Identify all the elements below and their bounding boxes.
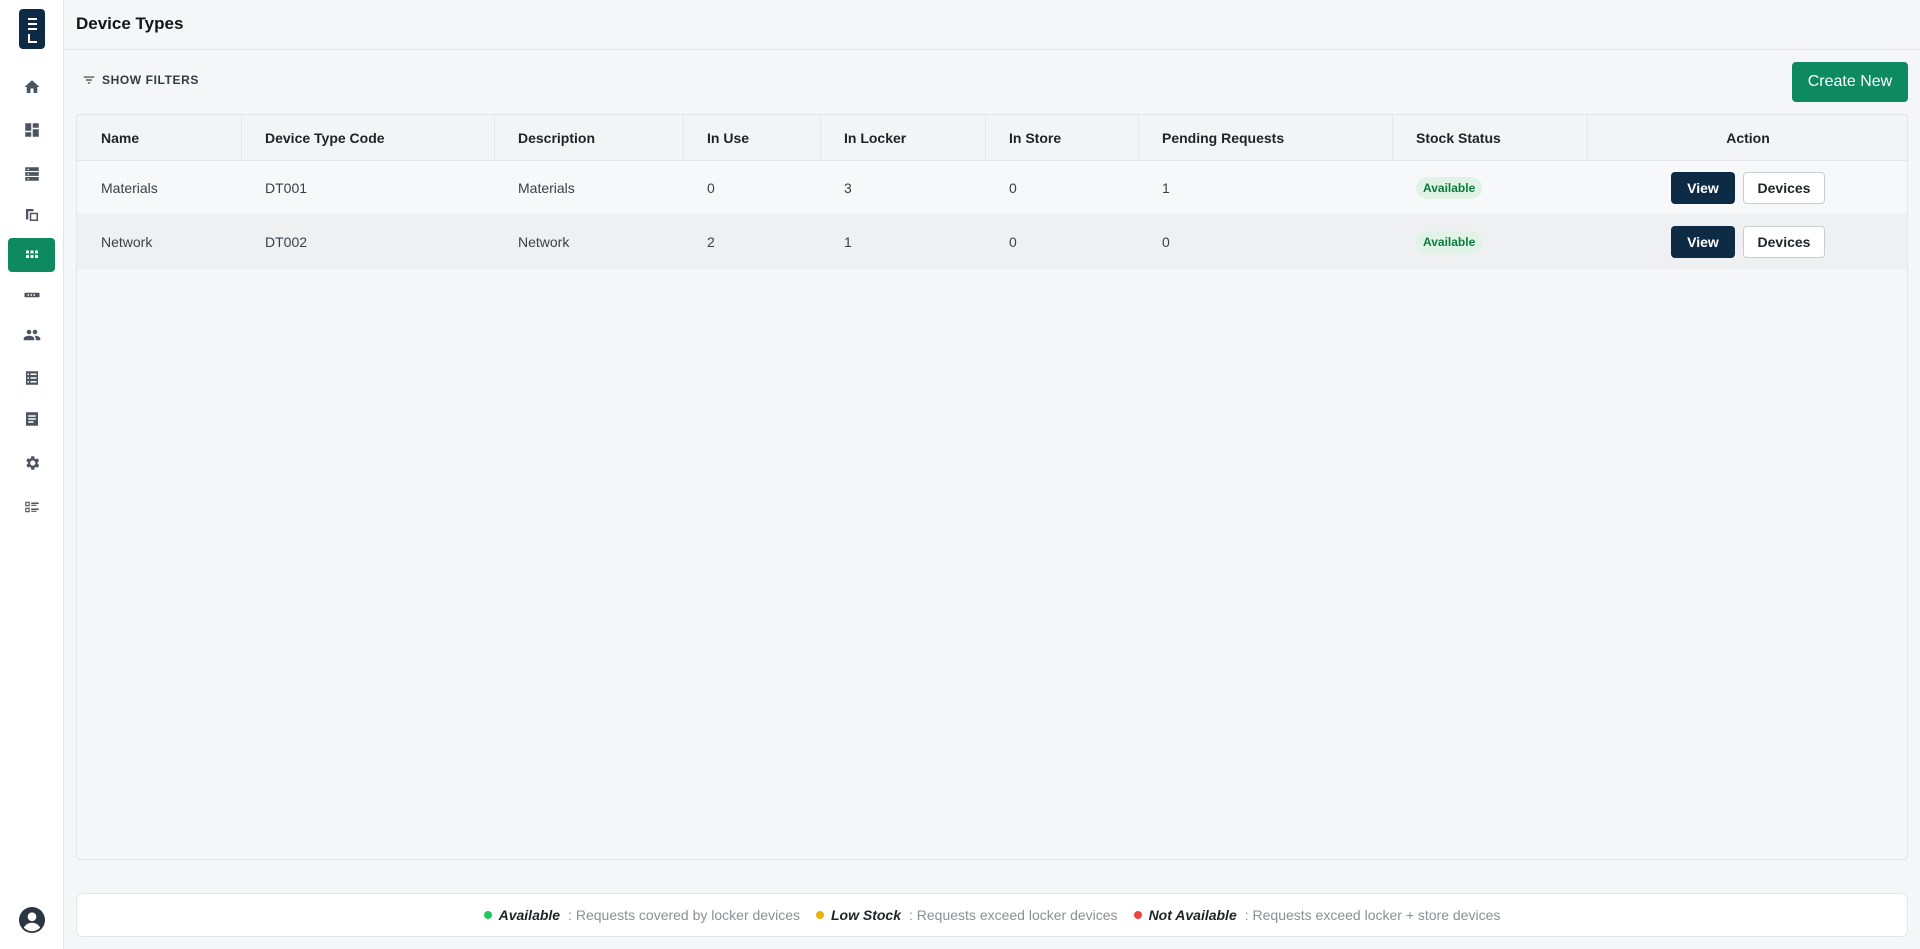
column-divider[interactable] [241, 115, 242, 161]
sidebar-item-users[interactable] [8, 318, 55, 352]
stock-status-legend: Available : Requests covered by locker d… [76, 893, 1908, 937]
cell-name: Network [101, 234, 153, 250]
legend-description: : Requests exceed locker devices [909, 907, 1118, 923]
devices-icon [25, 209, 38, 221]
sidebar-item-devices[interactable] [8, 198, 55, 232]
column-header-in-use[interactable]: In Use [707, 115, 749, 161]
user-avatar[interactable] [19, 907, 45, 933]
device-types-table: Name Device Type Code Description In Use… [76, 114, 1908, 860]
storage-icon [24, 167, 39, 181]
sidebar-item-checklist[interactable] [8, 490, 55, 524]
column-header-pending-requests[interactable]: Pending Requests [1162, 115, 1284, 161]
app-logo[interactable] [19, 9, 45, 49]
column-header-in-locker[interactable]: In Locker [844, 115, 906, 161]
cell-device-type-code: DT001 [265, 180, 308, 196]
page-title: Device Types [76, 14, 184, 33]
cell-in-locker: 1 [844, 234, 852, 250]
sidebar-item-device-types[interactable] [8, 238, 55, 272]
column-header-device-type-code[interactable]: Device Type Code [265, 115, 385, 161]
column-header-stock-status[interactable]: Stock Status [1416, 115, 1501, 161]
cell-description: Network [518, 234, 570, 250]
column-divider[interactable] [1392, 115, 1393, 161]
home-icon [24, 80, 39, 93]
green-dot-icon [483, 911, 492, 919]
users-icon [23, 329, 40, 341]
legend-description: : Requests exceed locker + store devices [1244, 907, 1501, 923]
checklist-icon [24, 501, 39, 513]
legend-name: Available [498, 907, 561, 923]
document-icon [25, 412, 38, 426]
legend-name: Low Stock [830, 907, 901, 923]
cell-name: Materials [101, 180, 158, 196]
top-bar: Device Types [64, 0, 1920, 50]
column-divider[interactable] [683, 115, 684, 161]
column-divider[interactable] [494, 115, 495, 161]
filter-icon [83, 76, 95, 84]
sidebar-item-storage[interactable] [8, 157, 55, 191]
legend-item-available: Available : Requests covered by locker d… [483, 907, 800, 923]
show-filters-button[interactable]: SHOW FILTERS [82, 73, 199, 87]
view-button[interactable]: View [1671, 226, 1735, 258]
cell-in-locker: 3 [844, 180, 852, 196]
column-header-description[interactable]: Description [518, 115, 595, 161]
create-new-button[interactable]: Create New [1792, 62, 1908, 102]
legend-item-low-stock: Low Stock : Requests exceed locker devic… [815, 907, 1118, 923]
table-header: Name Device Type Code Description In Use… [77, 115, 1907, 161]
sidebar-item-settings[interactable] [8, 446, 55, 480]
cell-pending-requests: 0 [1162, 234, 1170, 250]
account-icon [19, 907, 45, 933]
show-filters-label: SHOW FILTERS [102, 73, 199, 87]
table-row: Materials DT001 Materials 0 3 0 1 Availa… [77, 161, 1907, 215]
legend-item-not-available: Not Available : Requests exceed locker +… [1133, 907, 1501, 923]
sidebar-item-list[interactable] [8, 361, 55, 395]
devices-button[interactable]: Devices [1743, 226, 1825, 258]
legend-description: : Requests covered by locker devices [568, 907, 800, 923]
column-divider[interactable] [985, 115, 986, 161]
column-header-action: Action [1726, 130, 1770, 146]
grid-apps-icon [25, 250, 38, 258]
cell-in-store: 0 [1009, 234, 1017, 250]
list-icon [25, 371, 38, 385]
gear-icon [25, 456, 39, 470]
status-badge: Available [1416, 231, 1483, 253]
table-row: Network DT002 Network 2 1 0 0 Available … [77, 215, 1907, 269]
sidebar-item-dashboard[interactable] [8, 113, 55, 147]
legend-name: Not Available [1148, 907, 1237, 923]
column-header-name[interactable]: Name [101, 115, 139, 161]
column-header-in-store[interactable]: In Store [1009, 115, 1061, 161]
sidebar-item-documents[interactable] [8, 402, 55, 436]
red-dot-icon [1133, 911, 1142, 919]
yellow-dot-icon [815, 911, 824, 919]
sidebar-item-home[interactable] [8, 70, 55, 104]
cell-in-use: 2 [707, 234, 715, 250]
dashboard-icon [24, 123, 39, 137]
cell-description: Materials [518, 180, 575, 196]
sidebar-item-hardware[interactable] [8, 278, 55, 312]
hardware-icon [24, 292, 39, 298]
view-button[interactable]: View [1671, 172, 1735, 204]
cell-in-store: 0 [1009, 180, 1017, 196]
devices-button[interactable]: Devices [1743, 172, 1825, 204]
sidebar [0, 0, 64, 949]
cell-device-type-code: DT002 [265, 234, 308, 250]
cell-in-use: 0 [707, 180, 715, 196]
column-divider[interactable] [820, 115, 821, 161]
cell-pending-requests: 1 [1162, 180, 1170, 196]
status-badge: Available [1416, 177, 1483, 199]
column-divider[interactable] [1138, 115, 1139, 161]
